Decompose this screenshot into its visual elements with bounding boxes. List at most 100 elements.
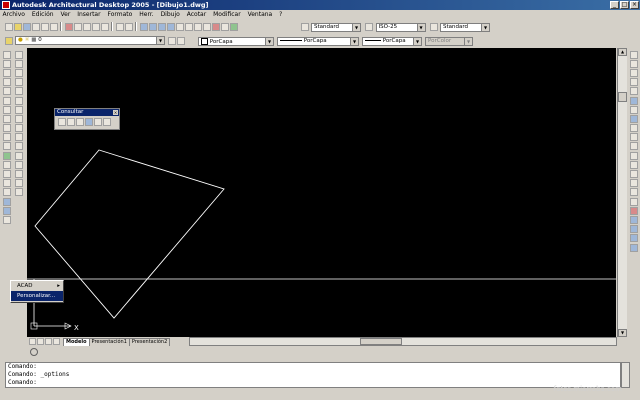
gradient-icon[interactable] <box>3 188 11 197</box>
view-left-icon[interactable] <box>630 234 638 243</box>
block-editor-icon[interactable] <box>100 22 109 31</box>
revision-cloud-icon[interactable] <box>3 114 11 123</box>
copy-object-icon[interactable] <box>15 59 23 68</box>
close-icon[interactable]: × <box>113 110 118 115</box>
polygon-icon[interactable] <box>3 78 11 87</box>
offset-icon[interactable] <box>15 78 23 87</box>
preview-icon[interactable] <box>40 22 49 31</box>
chamfer-icon[interactable] <box>15 170 23 179</box>
menu-acotar[interactable]: Acotar <box>184 10 208 19</box>
horizontal-scroll-thumb[interactable] <box>360 338 403 345</box>
menu-ventana[interactable]: Ventana <box>245 10 275 19</box>
save-icon[interactable] <box>22 22 31 31</box>
mirror-icon[interactable] <box>15 68 23 77</box>
dim-continue-icon[interactable] <box>630 142 638 151</box>
horizontal-scrollbar[interactable] <box>189 337 617 346</box>
break-icon[interactable] <box>15 151 23 160</box>
dim-edit-icon[interactable] <box>630 179 638 188</box>
dim-radius-icon[interactable] <box>630 87 638 96</box>
context-menu-item-personalizar[interactable]: Personalizar... <box>11 291 63 301</box>
undo-icon[interactable] <box>115 22 124 31</box>
linetype-select[interactable]: PorCapa ▼ <box>277 36 359 46</box>
dim-jogged-icon[interactable] <box>630 96 638 105</box>
markup-icon[interactable] <box>211 22 220 31</box>
context-menu-item-acad[interactable]: ACAD ▸ <box>11 281 63 291</box>
publish-icon[interactable] <box>49 22 58 31</box>
move-icon[interactable] <box>15 96 23 105</box>
tab-presentacion1[interactable]: Presentación1 <box>88 337 130 346</box>
vertical-scrollbar[interactable]: ▲ ▼ <box>617 48 627 337</box>
zoom-realtime-icon[interactable] <box>148 22 157 31</box>
ellipse-arc-icon[interactable] <box>3 142 11 151</box>
first-tab-icon[interactable] <box>28 338 36 345</box>
match-properties-icon[interactable] <box>91 22 100 31</box>
scale-icon[interactable] <box>15 114 23 123</box>
ucs-toggle-icon[interactable] <box>30 348 38 356</box>
trim-icon[interactable] <box>15 133 23 142</box>
sheet-set-icon[interactable] <box>202 22 211 31</box>
redo-icon[interactable] <box>124 22 133 31</box>
prev-tab-icon[interactable] <box>36 338 44 345</box>
cut-icon[interactable] <box>64 22 73 31</box>
area-icon[interactable] <box>66 118 75 126</box>
properties-icon[interactable] <box>175 22 184 31</box>
mass-properties-icon[interactable] <box>75 118 84 126</box>
list-icon[interactable] <box>84 118 93 126</box>
close-button[interactable]: × <box>630 1 639 9</box>
region-icon[interactable] <box>3 197 11 206</box>
dim-baseline-icon[interactable] <box>630 133 638 142</box>
scroll-up-icon[interactable]: ▲ <box>618 48 627 56</box>
menu-edicion[interactable]: Edición <box>29 10 56 19</box>
tolerance-icon[interactable] <box>630 160 638 169</box>
view-bottom-icon[interactable] <box>630 225 638 234</box>
print-icon[interactable] <box>31 22 40 31</box>
rotate-icon[interactable] <box>15 105 23 114</box>
table-icon[interactable] <box>3 206 11 215</box>
dim-arc-icon[interactable] <box>630 68 638 77</box>
minimize-button[interactable]: _ <box>610 1 619 9</box>
fillet-icon[interactable] <box>15 179 23 188</box>
zoom-window-icon[interactable] <box>157 22 166 31</box>
multiline-text-icon[interactable] <box>3 215 11 224</box>
extend-icon[interactable] <box>15 142 23 151</box>
line-icon[interactable] <box>3 50 11 59</box>
make-current-icon[interactable] <box>168 36 176 45</box>
dim-update-icon[interactable] <box>630 197 638 206</box>
locate-point-icon[interactable] <box>93 118 102 126</box>
open-icon[interactable] <box>13 22 22 31</box>
help-icon[interactable] <box>229 22 238 31</box>
array-icon[interactable] <box>15 87 23 96</box>
circle-icon[interactable] <box>3 105 11 114</box>
consultar-title-bar[interactable]: Consultar × <box>55 109 119 116</box>
menu-help[interactable]: ? <box>277 10 285 19</box>
construction-line-icon[interactable] <box>3 59 11 68</box>
pan-icon[interactable] <box>139 22 148 31</box>
drawing-canvas[interactable]: X <box>27 48 616 337</box>
spline-icon[interactable] <box>3 124 11 133</box>
view-right-icon[interactable] <box>630 243 638 252</box>
region-mass-icon[interactable] <box>102 118 111 126</box>
tool-palettes-icon[interactable] <box>193 22 202 31</box>
plotstyle-select[interactable]: PorColor ▼ <box>425 36 473 46</box>
rectangle-icon[interactable] <box>3 87 11 96</box>
new-icon[interactable] <box>4 22 13 31</box>
ellipse-icon[interactable] <box>3 133 11 142</box>
dim-linear-icon[interactable] <box>630 50 638 59</box>
layer-previous-icon[interactable] <box>177 36 185 45</box>
color-select[interactable]: PorCapa ▼ <box>198 36 274 46</box>
menu-formato[interactable]: Formato <box>105 10 135 19</box>
make-block-icon[interactable] <box>3 160 11 169</box>
tab-modelo[interactable]: Modelo <box>63 337 90 346</box>
command-line[interactable]: Comando: Comando: _options Comando: <box>5 362 621 388</box>
layer-manager-icon[interactable] <box>4 36 13 45</box>
dim-ordinate-icon[interactable] <box>630 78 638 87</box>
table-style-select[interactable]: Standard ▼ <box>440 22 490 32</box>
dim-aligned-icon[interactable] <box>630 59 638 68</box>
paste-icon[interactable] <box>82 22 91 31</box>
menu-archivo[interactable]: Archivo <box>0 10 27 19</box>
dim-style-manager-icon[interactable] <box>630 206 638 215</box>
dim-text-edit-icon[interactable] <box>630 188 638 197</box>
zoom-previous-icon[interactable] <box>166 22 175 31</box>
arc-icon[interactable] <box>3 96 11 105</box>
quick-leader-icon[interactable] <box>630 151 638 160</box>
